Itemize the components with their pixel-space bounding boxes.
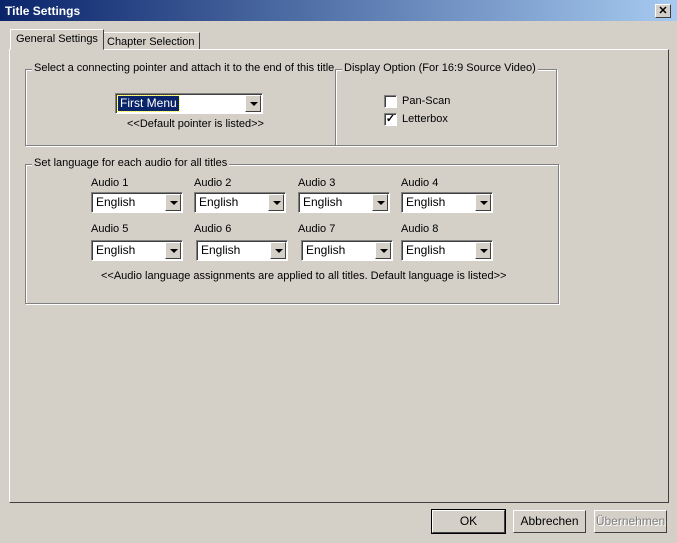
audio-language-group: Set language for each audio for all titl…	[25, 157, 559, 304]
audio-4-value: English	[406, 195, 446, 209]
pan-scan-label[interactable]: Pan-Scan	[402, 95, 450, 107]
window-title: Title Settings	[5, 4, 81, 18]
audio-7-label: Audio 7	[298, 223, 336, 235]
audio-6-label: Audio 6	[194, 223, 232, 235]
close-icon[interactable]: ✕	[655, 4, 671, 18]
ok-button[interactable]: OK	[431, 509, 506, 534]
letterbox-label[interactable]: Letterbox	[402, 113, 448, 125]
cancel-button[interactable]: Abbrechen	[513, 510, 586, 533]
audio-5-label: Audio 5	[91, 223, 129, 235]
audio-8-select[interactable]: English	[401, 240, 493, 261]
letterbox-checkbox[interactable]: ✓	[384, 113, 397, 126]
audio-1-value: English	[96, 195, 136, 209]
display-group-legend: Display Option (For 16:9 Source Video)	[342, 62, 538, 74]
chevron-down-icon[interactable]	[475, 194, 491, 211]
chevron-down-icon[interactable]	[165, 242, 181, 259]
audio-8-label: Audio 8	[401, 223, 439, 235]
chevron-down-icon[interactable]	[245, 95, 261, 112]
audio-6-value: English	[201, 243, 241, 257]
audio-3-value: English	[303, 195, 343, 209]
audio-4-label: Audio 4	[401, 177, 439, 189]
audio-hint: <<Audio language assignments are applied…	[101, 270, 507, 282]
pointer-hint: <<Default pointer is listed>>	[127, 118, 264, 130]
audio-5-select[interactable]: English	[91, 240, 183, 261]
chevron-down-icon[interactable]	[270, 242, 286, 259]
chevron-down-icon[interactable]	[268, 194, 284, 211]
audio-4-select[interactable]: English	[401, 192, 493, 213]
display-option-group: Display Option (For 16:9 Source Video) P…	[335, 62, 557, 146]
chevron-down-icon[interactable]	[375, 242, 391, 259]
audio-7-select[interactable]: English	[301, 240, 393, 261]
audio-7-value: English	[306, 243, 346, 257]
audio-2-value: English	[199, 195, 239, 209]
tab-panel: Select a connecting pointer and attach i…	[9, 49, 669, 503]
audio-2-select[interactable]: English	[194, 192, 286, 213]
chevron-down-icon[interactable]	[475, 242, 491, 259]
audio-3-select[interactable]: English	[298, 192, 390, 213]
chevron-down-icon[interactable]	[372, 194, 388, 211]
audio-6-select[interactable]: English	[196, 240, 288, 261]
pointer-group-legend: Select a connecting pointer and attach i…	[32, 62, 337, 74]
title-bar: Title Settings ✕	[0, 0, 677, 22]
pointer-group: Select a connecting pointer and attach i…	[25, 62, 337, 146]
audio-1-select[interactable]: English	[91, 192, 183, 213]
tab-general-settings[interactable]: General Settings	[10, 29, 104, 50]
audio-8-value: English	[406, 243, 446, 257]
tab-chapter-selection[interactable]: Chapter Selection	[101, 32, 201, 50]
apply-button[interactable]: Übernehmen	[594, 510, 667, 533]
audio-3-label: Audio 3	[298, 177, 336, 189]
chevron-down-icon[interactable]	[165, 194, 181, 211]
pointer-select[interactable]: First Menu	[115, 93, 263, 114]
audio-1-label: Audio 1	[91, 177, 129, 189]
audio-group-legend: Set language for each audio for all titl…	[32, 157, 230, 169]
pointer-select-value: First Menu	[117, 95, 180, 112]
pan-scan-checkbox[interactable]	[384, 95, 397, 108]
audio-5-value: English	[96, 243, 136, 257]
audio-2-label: Audio 2	[194, 177, 232, 189]
